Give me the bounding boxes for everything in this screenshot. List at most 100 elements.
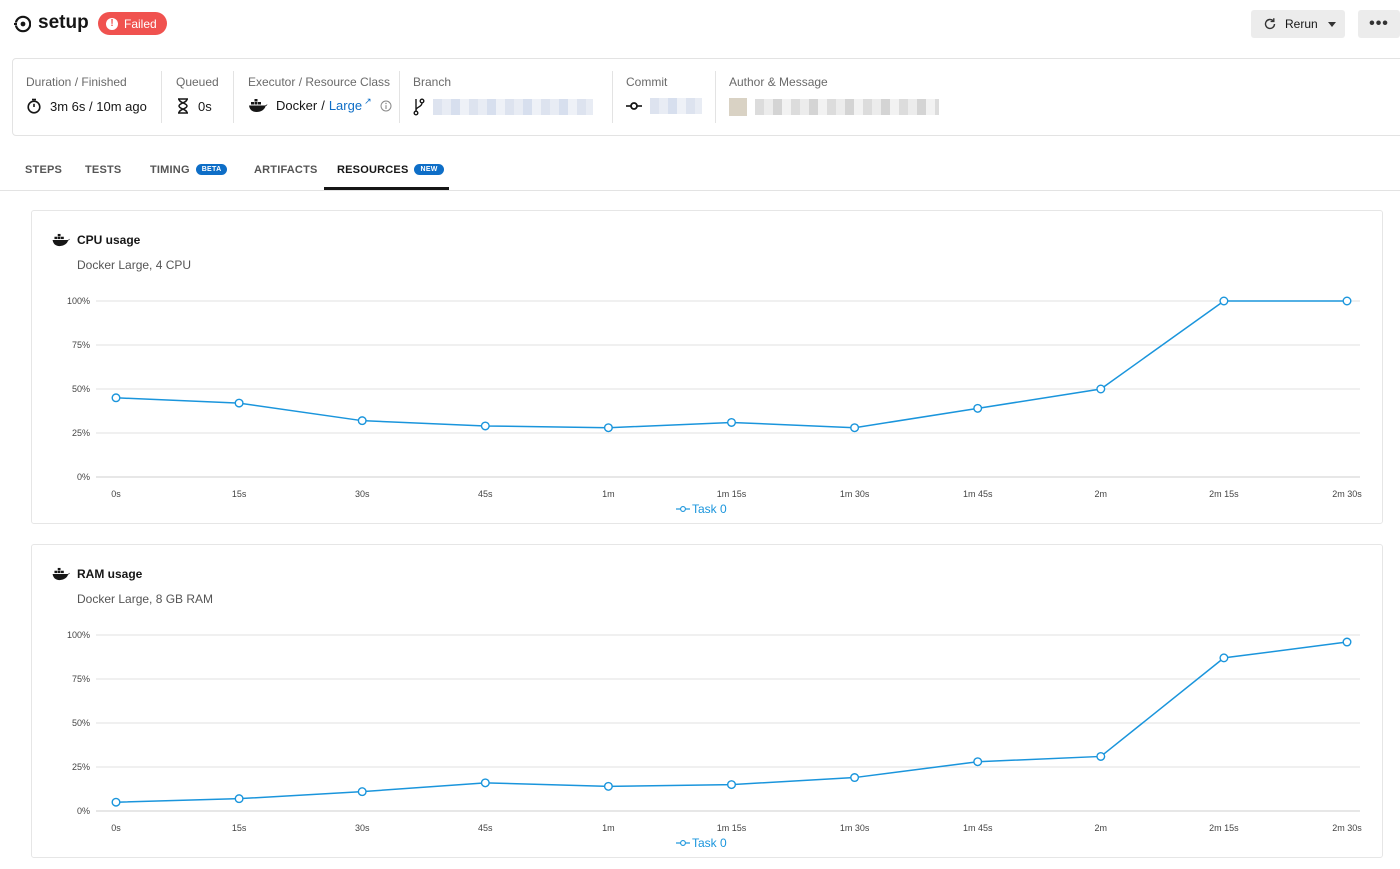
data-point (973, 757, 983, 767)
executor-separator: / (321, 98, 325, 113)
author-label: Author & Message (729, 75, 828, 89)
stopwatch-icon (27, 98, 41, 114)
x-tick-label: 2m 30s (1332, 823, 1362, 833)
duration-value: 3m 6s / 10m ago (50, 98, 147, 114)
external-link-icon[interactable]: ↗ (364, 96, 372, 107)
rerun-button[interactable]: Rerun (1251, 10, 1345, 38)
x-tick-label: 1m 30s (840, 823, 870, 833)
y-tick-label: 50% (72, 384, 90, 394)
y-tick-label: 25% (72, 762, 90, 772)
x-tick-label: 1m (602, 823, 615, 833)
refresh-icon (1264, 18, 1276, 30)
y-tick-label: 100% (67, 296, 90, 306)
resource-class-link[interactable]: Large (329, 98, 362, 113)
y-tick-label: 0% (77, 806, 90, 816)
data-point (357, 787, 367, 797)
tab-label: ARTIFACTS (254, 163, 318, 176)
tab-label: TIMING (150, 163, 190, 176)
chevron-down-icon (1327, 21, 1336, 27)
data-point (850, 773, 860, 783)
git-commit-icon (626, 102, 642, 110)
branch-name-redacted[interactable] (433, 99, 593, 115)
tab-label: STEPS (25, 163, 63, 176)
data-point (1096, 384, 1106, 394)
legend-point-marker (680, 506, 686, 512)
avatar (729, 98, 747, 116)
legend-point-marker (680, 840, 686, 846)
duration-label: Duration / Finished (26, 75, 127, 89)
data-point (603, 781, 613, 791)
data-point (1096, 751, 1106, 761)
data-point (1342, 296, 1352, 306)
data-point (480, 421, 490, 431)
series-line (115, 641, 1348, 803)
card-title: RAM usage (77, 567, 143, 581)
queued-label: Queued (176, 75, 219, 89)
commit-label: Commit (626, 75, 668, 89)
status-badge: ! Failed (98, 12, 167, 35)
y-tick-label: 75% (72, 674, 90, 684)
cpu-usage-chart: 0% 25% 50% 75% 100% 0s 15s 30s 45s 1m 1m 15s 1m 30s… (67, 296, 1362, 516)
job-title: setup (38, 12, 89, 33)
data-point (111, 797, 121, 807)
card-subtitle: Docker Large, 4 CPU (77, 258, 192, 272)
commit-hash-redacted[interactable] (650, 98, 702, 114)
data-point (850, 423, 860, 433)
tab-label: TESTS (85, 163, 122, 176)
x-tick-label: 45s (478, 489, 493, 499)
executor-value: Docker (276, 98, 318, 113)
beta-badge: BETA (195, 164, 228, 175)
queued-value-row: 0s (176, 98, 212, 114)
x-tick-label: 1m 45s (963, 489, 993, 499)
executor-label: Executor / Resource Class (248, 75, 391, 89)
data-point (1219, 296, 1229, 306)
x-tick-label: 1m 30s (840, 489, 870, 499)
divider (233, 71, 234, 123)
more-options-button[interactable]: ••• (1358, 10, 1400, 38)
x-tick-label: 2m 30s (1332, 489, 1362, 499)
divider (399, 71, 400, 123)
job-meta-panel: Duration / Finished 3m 6s / 10m ago Queu… (12, 58, 1400, 136)
divider (161, 71, 162, 123)
docker-icon (249, 99, 268, 112)
commit-value-row (626, 98, 702, 114)
status-label: Failed (124, 16, 157, 31)
job-tabs: STEPS TESTS TIMING BETA ARTIFACTS RESOUR… (0, 148, 1400, 191)
active-tab-indicator (324, 187, 449, 190)
tab-label: RESOURCES (337, 163, 409, 176)
failed-icon: ! (106, 17, 118, 30)
hourglass-icon (178, 98, 188, 114)
y-tick-label: 75% (72, 340, 90, 350)
tab-resources[interactable]: RESOURCES NEW (337, 148, 444, 191)
x-tick-label: 2m (1095, 489, 1108, 499)
tab-steps[interactable]: STEPS (25, 148, 62, 191)
info-icon[interactable] (380, 100, 392, 112)
data-point (727, 417, 737, 427)
data-point (973, 403, 983, 413)
divider (612, 71, 613, 123)
data-point (727, 780, 737, 790)
executor-value-row: Docker / Large ↗ (248, 96, 392, 113)
y-tick-label: 50% (72, 718, 90, 728)
new-badge: NEW (414, 164, 444, 175)
data-point (1342, 637, 1352, 647)
x-tick-label: 1m (602, 489, 615, 499)
circleci-logo-icon (13, 15, 31, 33)
tab-timing[interactable]: TIMING BETA (150, 148, 228, 191)
tab-tests[interactable]: TESTS (85, 148, 121, 191)
x-tick-label: 2m 15s (1209, 823, 1239, 833)
data-point (111, 393, 121, 403)
series-line (115, 300, 1347, 429)
commit-message-redacted (755, 99, 939, 115)
x-tick-label: 30s (355, 823, 370, 833)
x-tick-label: 1m 15s (717, 823, 747, 833)
queued-value: 0s (198, 98, 212, 114)
x-tick-label: 1m 15s (717, 489, 747, 499)
rerun-label: Rerun (1285, 17, 1318, 31)
git-branch-icon (413, 98, 425, 116)
branch-label: Branch (413, 75, 452, 89)
data-point (357, 416, 367, 426)
tab-artifacts[interactable]: ARTIFACTS (254, 148, 318, 191)
x-tick-label: 0s (111, 823, 121, 833)
x-tick-label: 0s (111, 489, 121, 499)
